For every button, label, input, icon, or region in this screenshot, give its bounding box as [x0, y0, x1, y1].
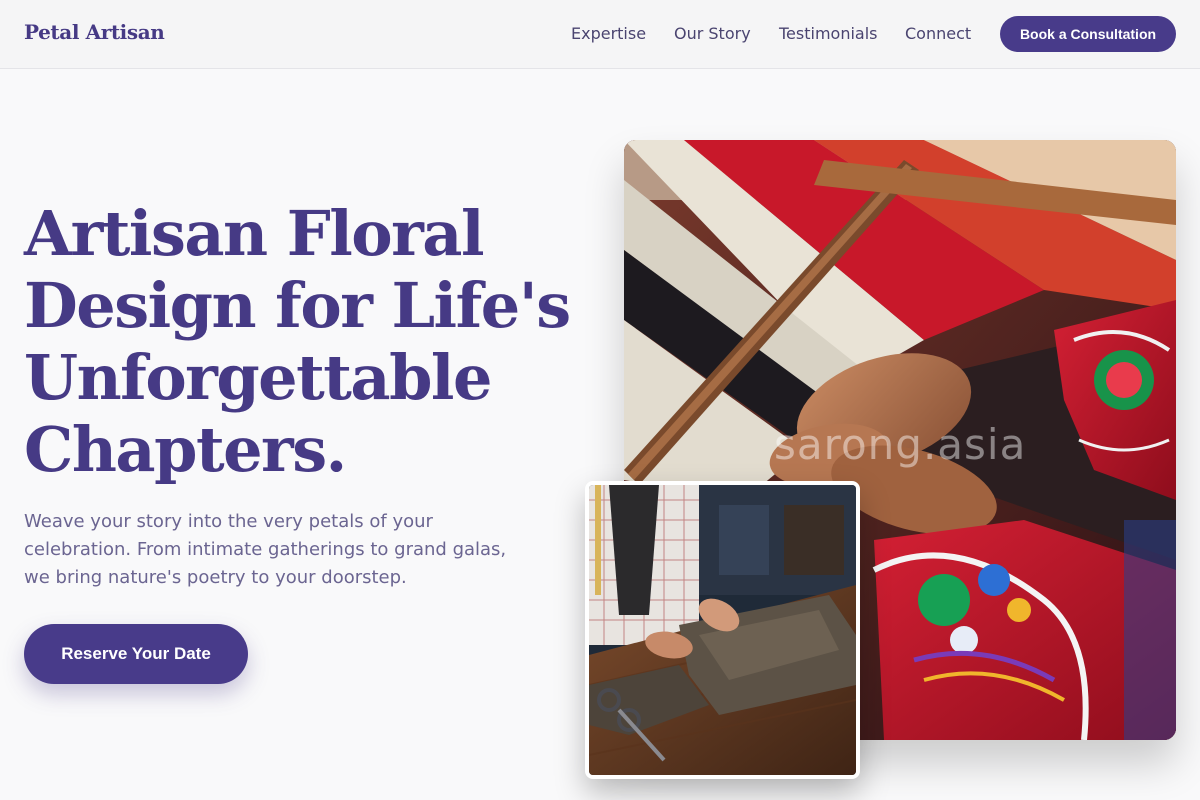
nav-link-connect[interactable]: Connect	[905, 24, 971, 43]
secondary-image-tailor	[589, 485, 856, 775]
nav-link-our-story[interactable]: Our Story	[674, 24, 751, 43]
secondary-image-frame	[585, 481, 860, 779]
site-header: Petal Artisan Expertise Our Story Testim…	[0, 0, 1200, 69]
hero-subtitle: Weave your story into the very petals of…	[24, 511, 507, 588]
image-watermark: sarong.asia	[774, 420, 1027, 469]
nav-link-expertise[interactable]: Expertise	[571, 24, 646, 43]
reserve-date-button[interactable]: Reserve Your Date	[24, 624, 248, 684]
book-consultation-button[interactable]: Book a Consultation	[1000, 16, 1176, 52]
nav-link-testimonials[interactable]: Testimonials	[779, 24, 878, 43]
hero-title: Artisan Floral Design for Life's Unforge…	[24, 197, 571, 486]
tailor-illustration	[589, 485, 856, 775]
brand-logo[interactable]: Petal Artisan	[24, 20, 165, 44]
